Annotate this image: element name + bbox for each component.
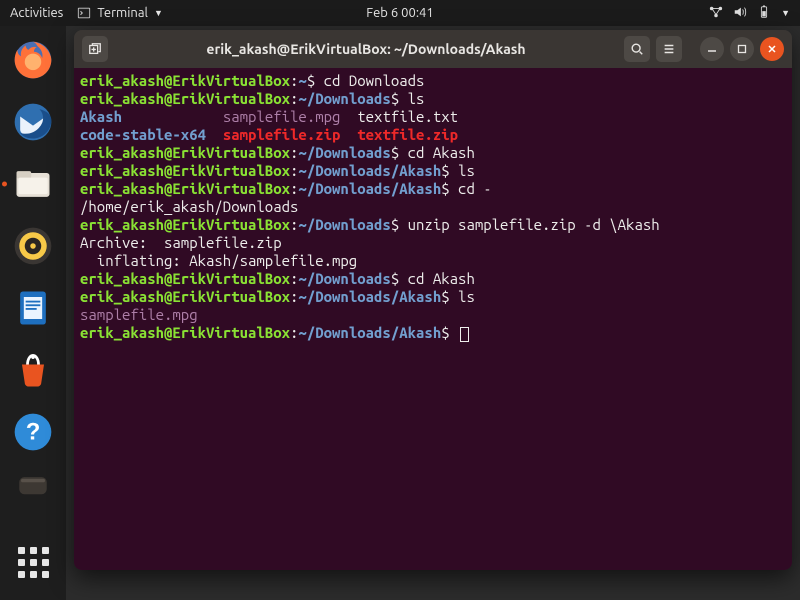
app-menu[interactable]: Terminal ▼	[77, 6, 163, 20]
dock-rhythmbox[interactable]	[9, 222, 57, 270]
menu-button[interactable]	[656, 36, 682, 62]
window-title: erik_akash@ErikVirtualBox: ~/Downloads/A…	[116, 41, 616, 57]
app-menu-label: Terminal	[97, 6, 148, 20]
volume-icon[interactable]	[733, 5, 747, 22]
window-titlebar: erik_akash@ErikVirtualBox: ~/Downloads/A…	[74, 30, 792, 68]
maximize-button[interactable]	[730, 37, 754, 61]
new-tab-button[interactable]	[82, 36, 108, 62]
show-applications-button[interactable]	[9, 538, 57, 586]
dock-files[interactable]	[9, 160, 57, 208]
dock-firefox[interactable]	[9, 36, 57, 84]
dock-help[interactable]: ?	[9, 408, 57, 456]
minimize-button[interactable]	[700, 37, 724, 61]
search-button[interactable]	[624, 36, 650, 62]
battery-icon[interactable]	[757, 5, 771, 22]
top-bar: Activities Terminal ▼ Feb 6 00:41 ▼	[0, 0, 800, 26]
terminal-window: erik_akash@ErikVirtualBox: ~/Downloads/A…	[74, 30, 792, 570]
dock-thunderbird[interactable]	[9, 98, 57, 146]
dock-writer[interactable]	[9, 284, 57, 332]
svg-text:?: ?	[26, 418, 41, 445]
dock-trash[interactable]	[9, 470, 57, 498]
chevron-down-icon[interactable]: ▼	[781, 8, 790, 18]
chevron-down-icon: ▼	[154, 8, 163, 18]
terminal-output[interactable]: erik_akash@ErikVirtualBox:~$ cd Download…	[74, 68, 792, 570]
dock-software[interactable]	[9, 346, 57, 394]
cursor	[460, 327, 469, 342]
activities-button[interactable]: Activities	[10, 6, 63, 20]
close-button[interactable]	[760, 37, 784, 61]
terminal-icon	[77, 6, 91, 20]
network-icon[interactable]	[709, 5, 723, 22]
clock[interactable]: Feb 6 00:41	[366, 6, 433, 20]
dock: ?	[0, 26, 66, 600]
